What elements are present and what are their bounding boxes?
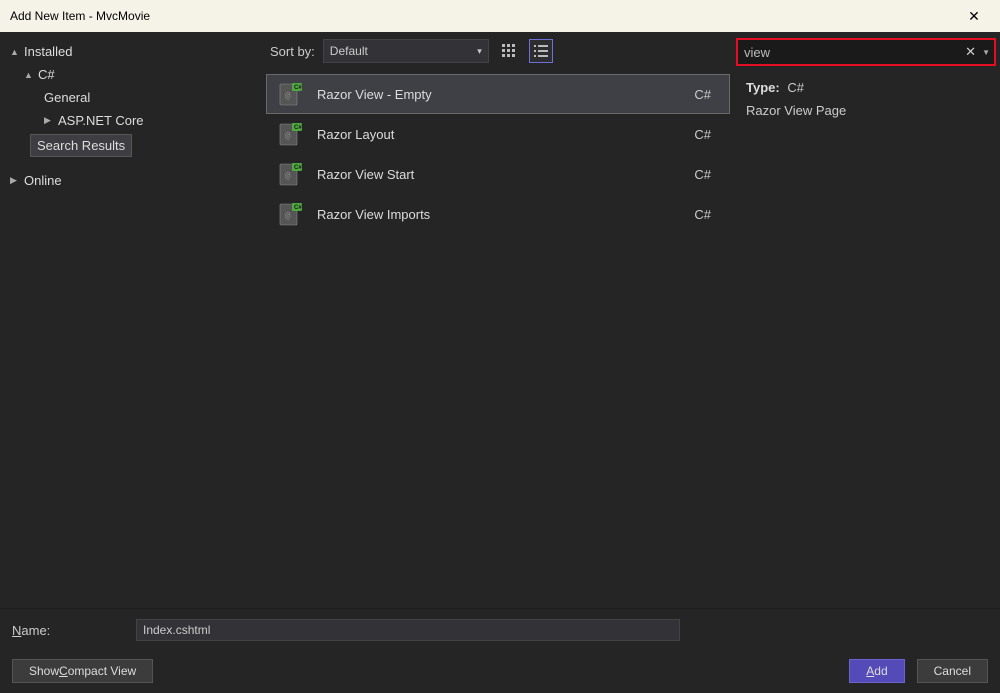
center-toolbar: Sort by: Default ▾ <box>262 32 734 70</box>
razor-file-icon: @C# <box>277 161 303 187</box>
clear-icon[interactable]: ✕ <box>961 44 980 60</box>
titlebar: Add New Item - MvcMovie ✕ <box>0 0 1000 32</box>
chevron-down-icon: ▲ <box>10 47 24 57</box>
chevron-down-icon[interactable]: ▼ <box>980 48 992 57</box>
view-tiles-button[interactable] <box>497 39 521 63</box>
sidebar: ▲ Installed ▲ C# General ▶ ASP.NET Core … <box>0 32 262 608</box>
tree-general[interactable]: General <box>4 86 258 109</box>
sort-by-label: Sort by: <box>270 44 315 59</box>
tree-search-results[interactable]: Search Results <box>30 134 132 157</box>
tree-online[interactable]: ▶ Online <box>4 169 258 192</box>
svg-text:@: @ <box>285 171 291 181</box>
svg-text:C#: C# <box>294 125 302 131</box>
template-label: Razor View Imports <box>317 207 694 222</box>
template-label: Razor View Start <box>317 167 694 182</box>
svg-text:@: @ <box>285 131 291 141</box>
template-description: Razor View Page <box>746 103 988 118</box>
close-icon[interactable]: ✕ <box>954 8 994 25</box>
razor-file-icon: @C# <box>277 121 303 147</box>
view-list-button[interactable] <box>529 39 553 63</box>
chevron-right-icon: ▶ <box>44 115 58 126</box>
name-input[interactable] <box>136 619 680 641</box>
right-pane: ✕ ▼ Type: C# Razor View Page <box>734 32 1000 608</box>
details-pane: Type: C# Razor View Page <box>734 70 1000 128</box>
add-button[interactable]: Add <box>849 659 904 683</box>
svg-text:C#: C# <box>294 205 302 211</box>
razor-file-icon: @C# <box>277 201 303 227</box>
template-list: @C# Razor View - Empty C# @C# Razor Layo… <box>262 70 734 608</box>
type-value: C# <box>787 80 804 95</box>
svg-text:C#: C# <box>294 85 302 91</box>
window-title: Add New Item - MvcMovie <box>10 9 150 23</box>
compact-view-button[interactable]: Show Compact View <box>12 659 153 683</box>
template-lang: C# <box>694 127 719 142</box>
bottom-bar: Name: Show Compact View Add Cancel <box>0 608 1000 693</box>
search-box[interactable]: ✕ ▼ <box>736 38 996 66</box>
name-label: Name: <box>12 623 136 638</box>
template-lang: C# <box>694 207 719 222</box>
search-input[interactable] <box>744 45 961 60</box>
template-item[interactable]: @C# Razor Layout C# <box>266 114 730 154</box>
tree-aspnet[interactable]: ▶ ASP.NET Core <box>4 109 258 132</box>
template-lang: C# <box>694 167 719 182</box>
sort-select[interactable]: Default ▾ <box>323 39 489 63</box>
template-label: Razor Layout <box>317 127 694 142</box>
tree-csharp[interactable]: ▲ C# <box>4 63 258 86</box>
template-item[interactable]: @C# Razor View - Empty C# <box>266 74 730 114</box>
razor-file-icon: @C# <box>277 81 303 107</box>
type-label: Type: <box>746 80 780 95</box>
chevron-right-icon: ▶ <box>10 175 24 186</box>
chevron-down-icon: ▲ <box>24 70 38 80</box>
svg-text:C#: C# <box>294 165 302 171</box>
svg-text:@: @ <box>285 91 291 101</box>
tree-installed[interactable]: ▲ Installed <box>4 40 258 63</box>
cancel-button[interactable]: Cancel <box>917 659 988 683</box>
chevron-down-icon: ▾ <box>477 46 482 57</box>
template-label: Razor View - Empty <box>317 87 694 102</box>
svg-text:@: @ <box>285 211 291 221</box>
template-lang: C# <box>694 87 719 102</box>
template-item[interactable]: @C# Razor View Imports C# <box>266 194 730 234</box>
template-item[interactable]: @C# Razor View Start C# <box>266 154 730 194</box>
